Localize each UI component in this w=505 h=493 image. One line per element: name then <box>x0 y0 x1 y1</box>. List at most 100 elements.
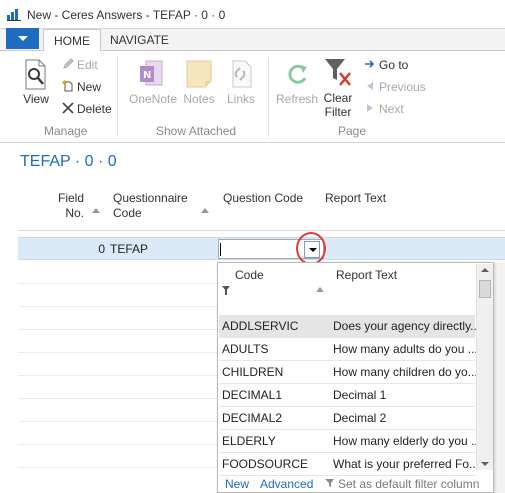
column-header-report-text[interactable]: Report Text <box>325 191 386 206</box>
lookup-row[interactable]: DECIMAL2 Decimal 2 <box>219 407 475 430</box>
lookup-scrollbar[interactable] <box>476 264 493 470</box>
new-button[interactable]: New <box>62 78 101 96</box>
lookup-cell-code: ADDLSERVIC <box>222 319 299 333</box>
group-label-manage: Manage <box>44 124 88 138</box>
tab-home[interactable]: HOME <box>43 29 101 52</box>
lookup-cell-code: ADULTS <box>222 342 269 356</box>
lookup-cell-text: How many children do yo... <box>333 365 478 379</box>
questionnaire-header-line2: Code <box>113 206 142 220</box>
lookup-row[interactable]: FOODSOURCE What is your preferred Fo... <box>219 453 479 476</box>
links-button[interactable]: Links <box>226 59 256 106</box>
empty-row <box>18 329 218 330</box>
next-button[interactable]: Next <box>364 100 404 118</box>
scroll-down-arrow-icon[interactable] <box>481 462 489 466</box>
lookup-row[interactable]: ELDERLY How many elderly do you ... <box>219 430 481 453</box>
empty-row <box>18 444 218 445</box>
filter-funnel-icon <box>325 477 335 487</box>
refresh-icon <box>288 64 307 84</box>
goto-arrow-icon <box>364 57 376 69</box>
clear-filter-button[interactable]: Clear Filter <box>322 56 354 119</box>
field-no-header-line1: Field <box>57 191 84 205</box>
set-default-filter-label: Set as default filter column <box>338 477 480 491</box>
list-scrollbar[interactable] <box>494 262 505 493</box>
refresh-button[interactable]: Refresh <box>276 59 318 106</box>
clear-filter-label-line2: Filter <box>324 105 352 119</box>
group-separator <box>117 57 118 137</box>
text-cursor <box>220 243 221 256</box>
view-button[interactable] <box>22 59 50 94</box>
view-label: View <box>23 92 49 106</box>
questionnaire-header-line1: Questionnaire <box>113 191 188 205</box>
goto-label: Go to <box>379 58 409 72</box>
lookup-cell-text: Does your agency directly... <box>333 319 481 333</box>
edit-button[interactable]: Edit <box>62 56 98 74</box>
lookup-cell-text: How many elderly do you ... <box>333 434 482 448</box>
empty-row <box>18 421 218 422</box>
delete-button[interactable]: Delete <box>62 100 112 118</box>
group-label-page: Page <box>338 124 367 138</box>
group-separator <box>268 57 269 137</box>
lookup-cell-code: CHILDREN <box>222 365 284 379</box>
lookup-cell-text: Decimal 2 <box>333 411 387 425</box>
lookup-new-link[interactable]: New <box>225 477 249 491</box>
notes-icon <box>186 60 212 88</box>
lookup-cell-text: Decimal 1 <box>333 388 387 402</box>
lookup-row[interactable]: ADULTS How many adults do you ... <box>219 338 478 361</box>
empty-row <box>18 283 218 284</box>
onenote-icon: N <box>140 60 163 86</box>
column-header-field-no[interactable]: Field No. <box>54 191 84 221</box>
previous-arrow-icon <box>364 79 376 91</box>
refresh-label: Refresh <box>276 92 319 106</box>
lookup-cell-code: DECIMAL2 <box>222 411 283 425</box>
cell-field-no: 0 <box>98 242 105 256</box>
lookup-cell-code: FOODSOURCE <box>222 457 309 471</box>
window-title: New - Ceres Answers - TEFAP · 0 · 0 <box>27 8 226 22</box>
highlight-circle <box>296 232 326 265</box>
view-icon <box>25 59 46 90</box>
cell-questionnaire-code: TEFAP <box>110 242 149 256</box>
set-default-filter-column-link[interactable]: Set as default filter column <box>325 477 479 491</box>
notes-button[interactable]: Notes <box>183 59 215 106</box>
empty-row <box>18 398 218 399</box>
group-label-show-attached: Show Attached <box>156 124 237 138</box>
lookup-column-header-report-text[interactable]: Report Text <box>336 268 397 282</box>
new-label: New <box>77 80 102 94</box>
delete-label: Delete <box>77 102 112 116</box>
empty-row <box>18 375 218 376</box>
goto-button[interactable]: Go to <box>364 56 408 74</box>
empty-row <box>18 306 218 307</box>
links-label: Links <box>226 92 255 106</box>
page-title: TEFAP · 0 · 0 <box>20 153 117 170</box>
scroll-thumb[interactable] <box>479 280 491 298</box>
sort-ascending-icon <box>92 208 100 213</box>
application-menu-button[interactable] <box>6 28 39 49</box>
column-header-question-code[interactable]: Question Code <box>223 191 303 206</box>
clear-filter-label-line1: Clear <box>323 91 353 105</box>
sort-ascending-icon <box>316 287 324 292</box>
scroll-up-arrow-icon[interactable] <box>481 268 489 272</box>
next-arrow-icon <box>364 101 376 113</box>
edit-label: Edit <box>77 58 98 72</box>
column-header-questionnaire-code[interactable]: Questionnaire Code <box>113 191 188 221</box>
tab-navigate[interactable]: NAVIGATE <box>100 29 179 52</box>
lookup-row[interactable]: ADDLSERVIC Does your agency directly... <box>219 315 480 338</box>
onenote-button[interactable]: N OneNote <box>129 59 178 106</box>
delete-x-icon <box>62 101 74 114</box>
onenote-label: OneNote <box>129 92 178 106</box>
lookup-advanced-link[interactable]: Advanced <box>260 477 313 491</box>
lookup-column-header-code[interactable]: Code <box>235 268 264 282</box>
lookup-row[interactable]: CHILDREN How many children do yo... <box>219 361 478 384</box>
filter-funnel-icon[interactable] <box>222 286 230 295</box>
title-bar: New - Ceres Answers - TEFAP · 0 · 0 <box>0 0 505 29</box>
pencil-icon <box>62 57 74 69</box>
previous-button[interactable]: Previous <box>364 78 426 96</box>
next-label: Next <box>379 102 404 116</box>
empty-row <box>18 467 218 468</box>
svg-text:N: N <box>143 70 151 81</box>
lookup-cell-text: How many adults do you ... <box>333 342 478 356</box>
lookup-cell-code: DECIMAL1 <box>222 388 283 402</box>
sort-ascending-icon <box>201 208 209 213</box>
lookup-cell-text: What is your preferred Fo... <box>333 457 480 471</box>
lookup-row[interactable]: DECIMAL1 Decimal 1 <box>219 384 475 407</box>
lookup-cell-code: ELDERLY <box>222 434 276 448</box>
